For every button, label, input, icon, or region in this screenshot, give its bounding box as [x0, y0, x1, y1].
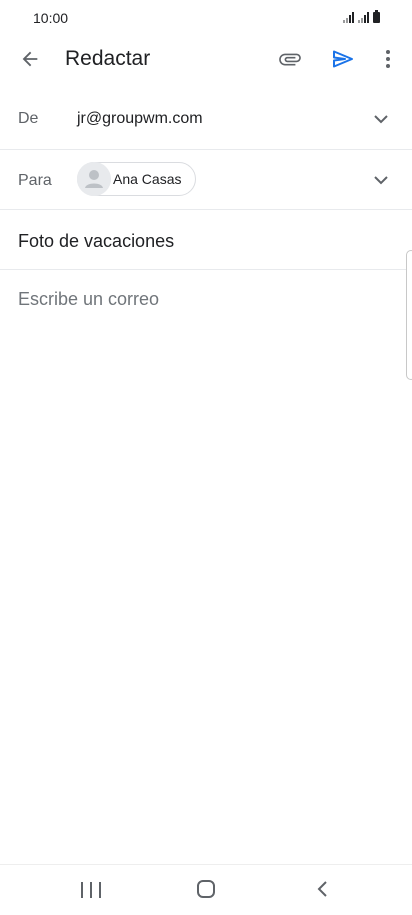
- battery-icon: [373, 10, 380, 23]
- status-bar: 10:00: [0, 0, 412, 36]
- send-button[interactable]: [329, 45, 357, 73]
- compose-body-input[interactable]: Escribe un correo: [18, 289, 159, 310]
- chevron-left-icon: [317, 881, 327, 897]
- signal-icon-2: [358, 12, 369, 23]
- subject-field[interactable]: Foto de vacaciones: [0, 210, 412, 270]
- home-button[interactable]: [197, 880, 215, 898]
- from-address[interactable]: jr@groupwm.com: [77, 110, 203, 128]
- from-label: De: [18, 110, 39, 127]
- more-options-button[interactable]: [376, 45, 400, 73]
- person-icon: [77, 162, 111, 196]
- signal-icon: [343, 12, 354, 23]
- navigation-bar: [0, 864, 412, 915]
- avatar: [77, 162, 111, 196]
- from-expand-button[interactable]: [371, 109, 391, 129]
- status-icons: [343, 10, 380, 23]
- to-expand-button[interactable]: [371, 170, 391, 190]
- status-time: 10:00: [33, 10, 69, 26]
- from-row: De jr@groupwm.com: [0, 90, 412, 150]
- to-row: Para Ana Casas: [0, 150, 412, 210]
- recipient-chip[interactable]: Ana Casas: [77, 162, 196, 196]
- to-label: Para: [18, 172, 52, 189]
- page-title: Redactar: [65, 47, 151, 70]
- scroll-handle[interactable]: [406, 250, 412, 380]
- recents-button[interactable]: [81, 882, 101, 898]
- subject-text: Foto de vacaciones: [18, 231, 175, 251]
- back-button[interactable]: [16, 45, 44, 73]
- send-icon: [333, 50, 353, 68]
- chevron-down-icon: [374, 176, 388, 185]
- more-vertical-icon: [386, 50, 390, 68]
- attach-button[interactable]: [275, 45, 305, 73]
- arrow-back-icon: [22, 51, 38, 67]
- recipient-name: Ana Casas: [113, 171, 182, 187]
- paperclip-icon: [279, 53, 301, 66]
- nav-back-button[interactable]: [312, 879, 332, 899]
- app-bar: Redactar: [0, 36, 412, 82]
- chevron-down-icon: [374, 115, 388, 124]
